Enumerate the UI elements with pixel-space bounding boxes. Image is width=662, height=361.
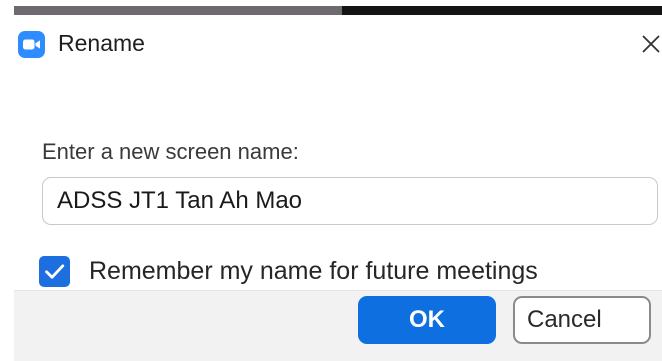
background-window-strip bbox=[0, 0, 662, 15]
screen: Rename Enter a new screen name: Remember… bbox=[0, 0, 662, 361]
cancel-button[interactable]: Cancel bbox=[513, 296, 651, 344]
background-window-bar-left bbox=[14, 6, 342, 15]
screen-name-input[interactable] bbox=[42, 177, 658, 225]
dialog-titlebar: Rename bbox=[14, 15, 662, 73]
close-button[interactable] bbox=[640, 32, 662, 56]
ok-button[interactable]: OK bbox=[358, 296, 496, 344]
zoom-camera-icon bbox=[18, 31, 45, 58]
remember-name-checkbox[interactable] bbox=[39, 256, 70, 287]
remember-name-label: Remember my name for future meetings bbox=[89, 257, 538, 285]
dialog-title: Rename bbox=[58, 30, 145, 56]
remember-name-option[interactable]: Remember my name for future meetings bbox=[39, 255, 649, 291]
close-icon[interactable] bbox=[640, 32, 662, 56]
screen-name-label: Enter a new screen name: bbox=[42, 139, 299, 164]
checkmark-icon bbox=[45, 264, 65, 279]
background-window-bar-right bbox=[342, 6, 662, 15]
